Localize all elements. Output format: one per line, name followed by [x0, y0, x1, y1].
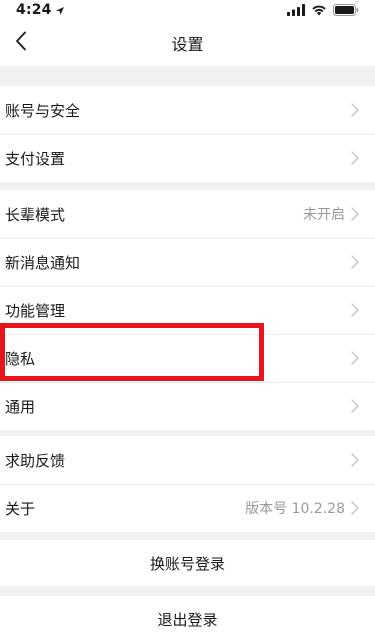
chevron-right-icon [351, 103, 359, 117]
row-label: 长辈模式 [5, 205, 66, 224]
chevron-right-icon [351, 207, 359, 221]
row-help-feedback[interactable]: 求助反馈 [0, 436, 375, 484]
row-privacy[interactable]: 隐私 [0, 334, 375, 382]
row-value-version: 版本号 10.2.28 [245, 501, 345, 517]
logout-button[interactable]: 退出登录 [0, 596, 375, 637]
row-new-message-notification[interactable]: 新消息通知 [0, 238, 375, 286]
status-time-group: 4:24 [16, 1, 65, 20]
row-label: 账号与安全 [5, 101, 81, 120]
row-general[interactable]: 通用 [0, 382, 375, 430]
row-label: 隐私 [5, 349, 36, 368]
back-button[interactable] [4, 26, 38, 60]
row-label: 新消息通知 [5, 253, 81, 272]
settings-screen: 4:24 设置 账号与安全 支付设置 长辈模式 未开启 新消息通知 功能管理 隐… [0, 0, 375, 637]
row-value: 未开启 [303, 207, 345, 223]
settings-group-help: 求助反馈 关于 版本号 10.2.28 [0, 436, 375, 532]
row-about[interactable]: 关于 版本号 10.2.28 [0, 484, 375, 532]
chevron-right-icon [351, 255, 359, 269]
battery-icon [333, 1, 359, 20]
navigation-bar: 设置 [0, 20, 375, 66]
row-label: 支付设置 [5, 149, 66, 168]
chevron-right-icon [351, 453, 359, 467]
settings-group-general: 长辈模式 未开启 新消息通知 功能管理 隐私 通用 [0, 190, 375, 430]
row-elder-mode[interactable]: 长辈模式 未开启 [0, 190, 375, 238]
switch-account-button[interactable]: 换账号登录 [0, 540, 375, 586]
location-arrow-icon [55, 1, 65, 20]
row-payment-settings[interactable]: 支付设置 [0, 134, 375, 182]
chevron-right-icon [351, 501, 359, 515]
settings-group-account: 账号与安全 支付设置 [0, 86, 375, 182]
row-label: 功能管理 [5, 301, 66, 320]
chevron-left-icon [15, 31, 27, 55]
status-indicators [287, 1, 359, 20]
row-label: 通用 [5, 397, 36, 416]
status-bar: 4:24 [0, 0, 375, 20]
chevron-right-icon [351, 351, 359, 365]
row-label: 求助反馈 [5, 451, 66, 470]
row-feature-management[interactable]: 功能管理 [0, 286, 375, 334]
signal-icon [287, 1, 305, 20]
page-title: 设置 [171, 35, 204, 54]
chevron-right-icon [351, 303, 359, 317]
chevron-right-icon [351, 399, 359, 413]
wifi-icon [311, 1, 327, 20]
row-label: 关于 [5, 499, 36, 518]
row-account-security[interactable]: 账号与安全 [0, 86, 375, 134]
status-time: 4:24 [16, 2, 52, 18]
chevron-right-icon [351, 151, 359, 165]
